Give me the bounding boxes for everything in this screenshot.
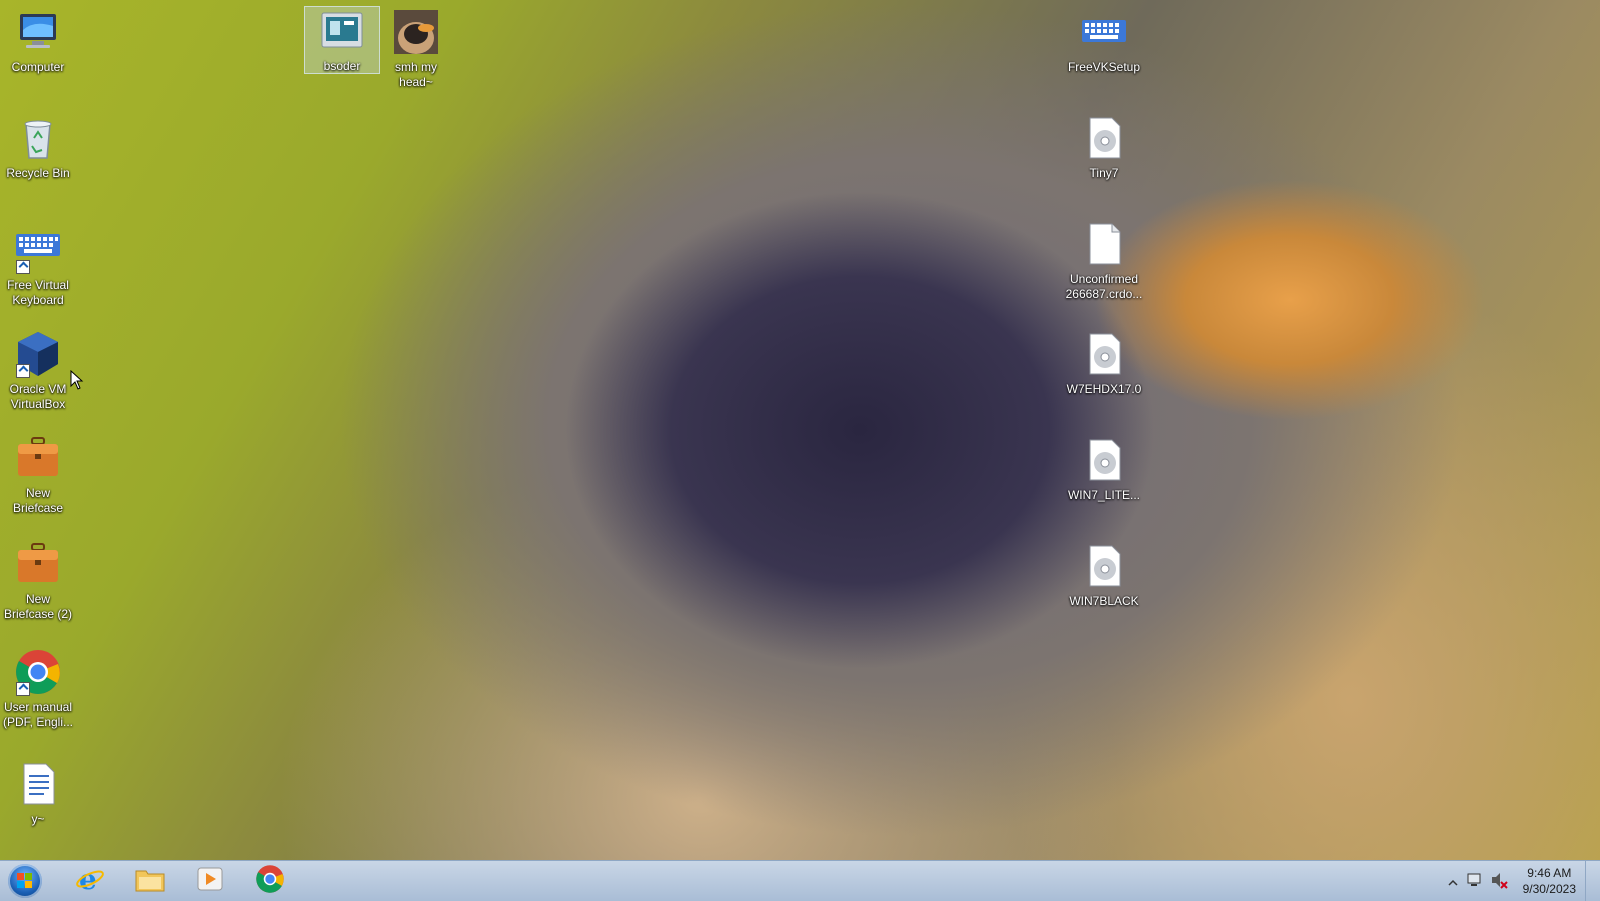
image-file-icon [392, 8, 440, 56]
taskbar: e 9:46 AM 9/30/2023 [0, 860, 1600, 901]
icon-label: New Briefcase (2) [3, 592, 73, 621]
computer-icon [14, 8, 62, 56]
icon-label: Recycle Bin [6, 166, 70, 180]
disc-image-icon [1080, 114, 1128, 162]
clock-time: 9:46 AM [1527, 866, 1572, 880]
icon-label: WIN7_LITE... [1067, 488, 1141, 502]
taskbar-media-player[interactable] [182, 863, 238, 899]
icon-label: Oracle VM VirtualBox [9, 382, 67, 411]
bsoder-icon [318, 7, 366, 55]
recycle-bin-icon [14, 114, 62, 162]
clock[interactable]: 9:46 AM 9/30/2023 [1523, 865, 1576, 897]
icon-label: y~ [31, 812, 45, 826]
system-tray: 9:46 AM 9/30/2023 [1400, 861, 1600, 901]
show-desktop-button[interactable] [1585, 861, 1600, 901]
taskbar-file-explorer[interactable] [122, 863, 178, 899]
desktop-icon-freevksetup[interactable]: FreeVKSetup [1064, 8, 1144, 75]
disc-image-icon [1080, 330, 1128, 378]
icon-label: W7EHDX17.0 [1066, 382, 1142, 396]
clock-date: 9/30/2023 [1522, 882, 1576, 896]
desktop-icon-user-manual[interactable]: User manual (PDF, Engli... [0, 648, 76, 730]
icon-label: WIN7BLACK [1069, 594, 1139, 608]
icon-label: Computer [11, 60, 65, 74]
shortcut-arrow-icon [16, 260, 30, 274]
icon-label: Free Virtual Keyboard [7, 278, 69, 307]
desktop-icon-new-briefcase[interactable]: New Briefcase [0, 434, 76, 516]
network-icon[interactable] [1466, 871, 1484, 893]
desktop-icon-w7ehdx17[interactable]: W7EHDX17.0 [1064, 330, 1144, 397]
taskbar-chrome[interactable] [242, 863, 298, 899]
desktop-icon-bsoder[interactable]: bsoder [304, 6, 380, 74]
desktop-icon-unconfirmed[interactable]: Unconfirmed 266687.crdo... [1064, 220, 1144, 302]
virtualbox-icon [14, 330, 62, 378]
briefcase-icon [14, 434, 62, 482]
show-hidden-icons-chevron-icon[interactable] [1448, 873, 1458, 892]
icon-label: smh my head~ [395, 60, 437, 89]
desktop-icon-free-virtual-keyboard[interactable]: Free Virtual Keyboard [0, 226, 76, 308]
keyboard-icon [14, 226, 62, 274]
icon-label: FreeVKSetup [1067, 60, 1141, 74]
taskbar-internet-explorer[interactable]: e [62, 863, 118, 899]
desktop-icon-y[interactable]: y~ [0, 760, 76, 827]
desktop-icon-tiny7[interactable]: Tiny7 [1064, 114, 1144, 181]
desktop-icon-win7-lite[interactable]: WIN7_LITE... [1064, 436, 1144, 503]
windows-logo-icon [17, 873, 33, 889]
disc-image-icon [1080, 436, 1128, 484]
icon-label: bsoder [323, 59, 361, 73]
desktop-wallpaper [0, 0, 1600, 860]
briefcase-icon [14, 540, 62, 588]
icon-label: New Briefcase [12, 486, 64, 515]
shortcut-arrow-icon [16, 364, 30, 378]
internet-explorer-icon: e [75, 863, 105, 898]
desktop-icon-new-briefcase-2[interactable]: New Briefcase (2) [0, 540, 76, 622]
blank-file-icon [1080, 220, 1128, 268]
media-player-icon [196, 865, 224, 897]
desktop-icon-win7black[interactable]: WIN7BLACK [1064, 542, 1144, 609]
desktop-icon-smh-my-head[interactable]: smh my head~ [378, 8, 454, 90]
volume-muted-icon[interactable] [1490, 871, 1508, 893]
shortcut-arrow-icon [16, 682, 30, 696]
desktop-icon-oracle-vm-virtualbox[interactable]: Oracle VM VirtualBox [0, 330, 76, 412]
start-button[interactable] [8, 864, 42, 898]
desktop-icon-computer[interactable]: Computer [0, 8, 76, 75]
desktop-icon-recycle-bin[interactable]: Recycle Bin [0, 114, 76, 181]
icon-label: User manual (PDF, Engli... [2, 700, 74, 729]
icon-label: Tiny7 [1089, 166, 1119, 180]
chrome-icon [255, 864, 285, 898]
keyboard-icon [1080, 8, 1128, 56]
icon-label: Unconfirmed 266687.crdo... [1065, 272, 1143, 301]
file-explorer-icon [134, 865, 166, 897]
chrome-icon [14, 648, 62, 696]
disc-image-icon [1080, 542, 1128, 590]
text-file-icon [14, 760, 62, 808]
